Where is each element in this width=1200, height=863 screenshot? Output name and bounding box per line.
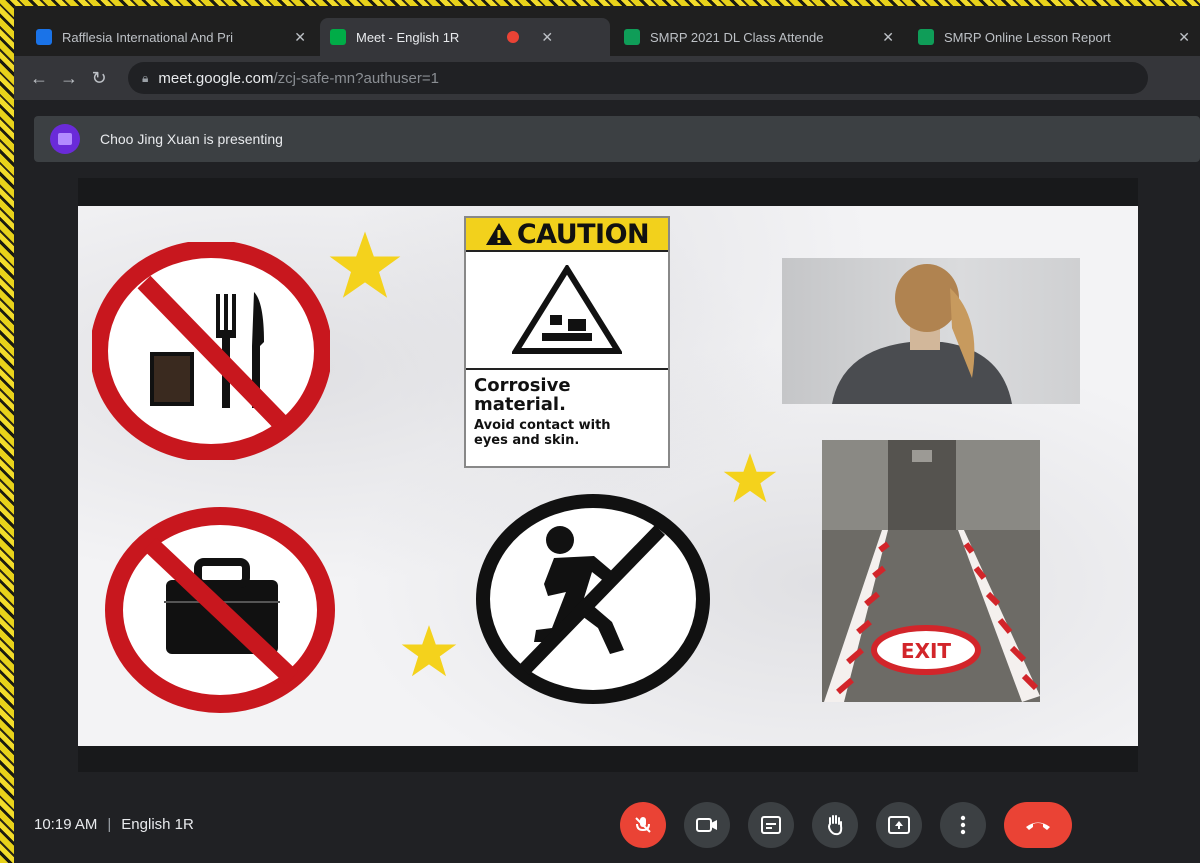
caution-line-3: Avoid contact with <box>474 418 611 433</box>
meeting-name: English 1R <box>121 816 194 833</box>
shared-slide: CAUTION Corrosive material. Avoid contac… <box>78 206 1138 746</box>
no-food-drink-sign <box>92 242 330 460</box>
no-briefcase-sign <box>105 507 335 713</box>
presenting-text: Choo Jing Xuan is presenting <box>100 131 283 147</box>
more-options-button[interactable] <box>940 802 986 848</box>
corrosive-pictogram <box>466 252 668 370</box>
star-decoration <box>723 453 777 503</box>
more-vert-icon <box>960 815 966 835</box>
caution-header-text: CAUTION <box>516 218 650 250</box>
woman-figure <box>832 264 1012 404</box>
captions-icon <box>761 816 781 834</box>
meeting-controls-bar: 10:19 AM | English 1R <box>14 786 1200 863</box>
tab-rafflesia[interactable]: Rafflesia International And Pri ✕ <box>26 18 316 56</box>
raise-hand-icon <box>828 815 843 836</box>
raise-hand-button[interactable] <box>812 802 858 848</box>
tab-smrp-attendance[interactable]: SMRP 2021 DL Class Attende ✕ <box>614 18 904 56</box>
tab-title: Meet - English 1R <box>356 29 460 45</box>
caution-line-4: eyes and skin. <box>474 433 580 448</box>
caution-header: CAUTION <box>466 218 668 252</box>
corrosive-icon <box>512 265 622 354</box>
exit-hallway: EXIT <box>822 440 1040 702</box>
close-icon[interactable]: ✕ <box>882 29 894 46</box>
lock-icon: 🔒︎ <box>142 70 149 85</box>
tab-favicon-icon <box>36 29 52 45</box>
back-icon[interactable]: ← <box>24 68 54 89</box>
mic-off-icon <box>635 817 651 833</box>
recording-icon <box>507 31 520 43</box>
presenter-avatar <box>50 124 80 154</box>
url-host: meet.google.com <box>158 69 274 87</box>
camera-button[interactable] <box>684 802 730 848</box>
caution-sign: CAUTION Corrosive material. Avoid contac… <box>464 216 670 468</box>
star-decoration <box>401 625 457 677</box>
close-icon[interactable]: ✕ <box>541 29 553 46</box>
leave-call-button[interactable] <box>1004 802 1072 848</box>
caution-text: Corrosive material. Avoid contact with e… <box>466 370 668 454</box>
navigation-bar: ← → ↻ 🔒︎ meet.google.com/zcj-safe-mn?aut… <box>14 56 1200 100</box>
sheets-favicon-icon <box>624 29 640 45</box>
tab-title: SMRP Online Lesson Report <box>944 29 1111 45</box>
meeting-info: 10:19 AM | English 1R <box>34 816 194 833</box>
caution-line-2: material. <box>474 394 566 415</box>
tab-title: Rafflesia International And Pri <box>62 29 234 45</box>
no-running-sign <box>476 494 710 704</box>
reload-icon[interactable]: ↻ <box>84 68 114 89</box>
woman-ponytail-photo <box>782 258 1080 404</box>
browser-window: Rafflesia International And Pri ✕ Meet -… <box>14 6 1200 863</box>
caution-line-1: Corrosive <box>474 375 571 396</box>
presentation-stage: CAUTION Corrosive material. Avoid contac… <box>78 178 1138 772</box>
tab-title: SMRP 2021 DL Class Attende <box>650 29 824 45</box>
meeting-time: 10:19 AM <box>34 816 98 833</box>
present-icon <box>888 816 910 834</box>
exit-floor-photo: EXIT <box>822 440 1040 702</box>
captions-button[interactable] <box>748 802 794 848</box>
forward-icon[interactable]: → <box>54 68 84 89</box>
mic-off-button[interactable] <box>620 802 666 848</box>
meeting-separator: | <box>107 816 112 833</box>
tab-bar: Rafflesia International And Pri ✕ Meet -… <box>14 6 1200 58</box>
meet-favicon-icon <box>330 29 346 45</box>
warning-icon <box>485 223 512 245</box>
tab-smrp-report[interactable]: SMRP Online Lesson Report ✕ <box>908 18 1200 56</box>
camera-icon <box>696 818 717 832</box>
close-icon[interactable]: ✕ <box>294 29 306 46</box>
tab-meet[interactable]: Meet - English 1R ✕ <box>320 18 610 56</box>
star-decoration <box>329 231 401 298</box>
close-icon[interactable]: ✕ <box>1178 29 1190 46</box>
exit-label: EXIT <box>901 639 952 663</box>
sheets-favicon-icon <box>918 29 934 45</box>
presenting-banner: Choo Jing Xuan is presenting <box>34 116 1200 162</box>
hang-up-icon <box>1026 822 1050 830</box>
present-button[interactable] <box>876 802 922 848</box>
address-bar[interactable]: 🔒︎ meet.google.com/zcj-safe-mn?authuser=… <box>128 62 1148 94</box>
url-path: /zcj-safe-mn?authuser=1 <box>273 69 439 87</box>
